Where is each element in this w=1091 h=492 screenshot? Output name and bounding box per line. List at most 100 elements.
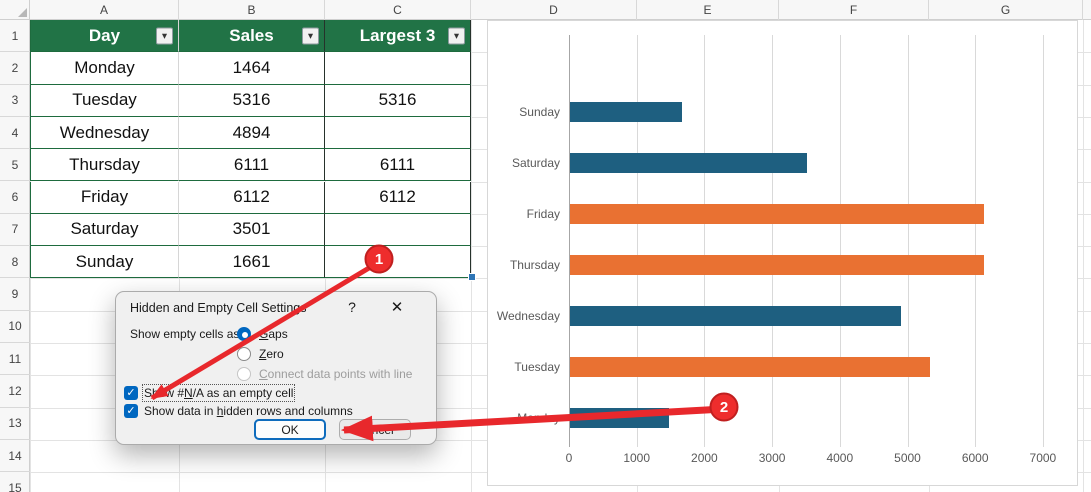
chart-gridline — [636, 35, 638, 447]
checkbox-label: Show #N/A as an empty cell — [141, 384, 296, 402]
table-cell-day[interactable]: Friday — [30, 181, 179, 214]
bar-sunday[interactable] — [570, 102, 683, 122]
help-icon[interactable]: ? — [344, 299, 360, 315]
bar-monday[interactable] — [570, 408, 670, 428]
checkbox-option[interactable]: ✓ Show data in hidden rows and columns — [124, 403, 353, 419]
table-cell-day[interactable]: Monday — [30, 52, 179, 85]
table-cell-day[interactable]: Saturday — [30, 213, 179, 247]
table-header-label: Day — [88, 25, 121, 45]
filter-dropdown-icon[interactable]: ▾ — [448, 27, 465, 45]
table-row: Monday 1464 — [30, 52, 471, 85]
table-row: Saturday 3501 — [30, 213, 471, 247]
filter-dropdown-icon[interactable]: ▾ — [302, 27, 319, 45]
checkbox-icon: ✓ — [124, 404, 138, 418]
radio-label: Connect data points with line — [259, 367, 413, 381]
table-cell-sales[interactable]: 5316 — [179, 84, 325, 117]
ok-button[interactable]: OK — [254, 419, 326, 440]
table-cell-day[interactable]: Tuesday — [30, 84, 179, 117]
dialog-title: Hidden and Empty Cell Settings — [130, 301, 307, 315]
column-header-F[interactable]: F — [779, 0, 929, 20]
radio-label: Gaps — [259, 327, 288, 341]
radio-option[interactable]: Connect data points with line — [237, 366, 412, 382]
table-cell-largest[interactable]: 5316 — [325, 84, 471, 117]
table-cell-day[interactable]: Thursday — [30, 149, 179, 182]
column-header-B[interactable]: B — [179, 0, 325, 20]
row-header-10[interactable]: 10 — [0, 311, 30, 343]
x-axis-tick-label: 1000 — [623, 451, 651, 465]
table-row: Friday 6112 6112 — [30, 181, 471, 214]
radio-option[interactable]: Gaps — [237, 326, 288, 342]
table-header-label: Sales — [229, 25, 274, 45]
row-header-7[interactable]: 7 — [0, 214, 30, 247]
excel-workspace: ABCDEFG 1 2 3 4 5 6 7 8 9 10 11 12 13 14 15 Day ▾ Sales ▾… — [0, 0, 1091, 492]
table-cell-largest[interactable] — [325, 52, 471, 85]
table-row: Sunday 1661 — [30, 246, 471, 279]
table-cell-largest[interactable]: 6111 — [325, 149, 471, 182]
bar-friday[interactable] — [570, 204, 984, 224]
table-cell-largest[interactable]: 6112 — [325, 181, 471, 214]
x-axis-tick-label: 6000 — [961, 451, 989, 465]
filter-dropdown-icon[interactable]: ▾ — [156, 27, 173, 45]
chart-gridline — [772, 35, 774, 447]
bar-tuesday[interactable] — [570, 357, 930, 377]
table-cell-largest[interactable] — [325, 213, 471, 247]
table-resize-handle[interactable] — [468, 273, 476, 281]
category-label: Sunday — [519, 105, 560, 119]
x-axis-tick-label: 4000 — [826, 451, 854, 465]
table-cell-sales[interactable]: 1661 — [179, 246, 325, 279]
row-header-12[interactable]: 12 — [0, 375, 30, 408]
table-header-cell: Sales ▾ — [179, 20, 325, 53]
row-header-1[interactable]: 1 — [0, 20, 30, 53]
table-cell-largest[interactable] — [325, 246, 471, 279]
x-axis-tick-label: 2000 — [691, 451, 718, 465]
category-label: Wednesday — [496, 309, 560, 323]
checkbox-option[interactable]: ✓ Show #N/A as an empty cell — [124, 384, 296, 402]
row-header-14[interactable]: 14 — [0, 440, 30, 473]
column-headers: ABCDEFG — [0, 0, 1091, 20]
table-cell-day[interactable]: Sunday — [30, 246, 179, 279]
column-header-D[interactable]: D — [471, 0, 637, 20]
table-cell-sales[interactable]: 1464 — [179, 52, 325, 85]
table-cell-day[interactable]: Wednesday — [30, 116, 179, 150]
close-icon[interactable]: ✕ — [388, 298, 406, 316]
column-header-C[interactable]: C — [325, 0, 471, 20]
category-label: Tuesday — [514, 360, 560, 374]
row-header-2[interactable]: 2 — [0, 52, 30, 85]
row-headers: 1 2 3 4 5 6 7 8 9 10 11 12 13 14 15 — [0, 20, 30, 492]
row-header-11[interactable]: 11 — [0, 343, 30, 376]
cancel-button[interactable]: Cancel — [339, 419, 411, 440]
chart-gridline — [1042, 35, 1044, 447]
select-all-corner[interactable] — [0, 0, 30, 20]
row-header-6[interactable]: 6 — [0, 182, 30, 214]
chart-gridline — [569, 35, 570, 447]
row-header-5[interactable]: 5 — [0, 149, 30, 182]
checkbox-icon: ✓ — [124, 386, 138, 400]
row-header-8[interactable]: 8 — [0, 246, 30, 279]
table-cell-sales[interactable]: 3501 — [179, 213, 325, 247]
bar-wednesday[interactable] — [570, 306, 902, 326]
column-header-G[interactable]: G — [929, 0, 1083, 20]
row-header-9[interactable]: 9 — [0, 278, 30, 311]
row-header-4[interactable]: 4 — [0, 117, 30, 150]
row-header-13[interactable]: 13 — [0, 408, 30, 440]
x-axis-tick-label: 5000 — [894, 451, 921, 465]
table-cell-sales[interactable]: 6112 — [179, 181, 325, 214]
column-header-A[interactable]: A — [30, 0, 179, 20]
bar-saturday[interactable] — [570, 153, 808, 173]
table-row: Wednesday 4894 — [30, 116, 471, 150]
chart-gridline — [839, 35, 841, 447]
radio-icon — [237, 367, 251, 381]
x-axis-tick-label: 7000 — [1029, 451, 1057, 465]
table-cell-sales[interactable]: 4894 — [179, 116, 325, 150]
radio-option[interactable]: Zero — [237, 346, 284, 362]
sales-table: Day ▾ Sales ▾ Largest 3 ▾ Monday 1464 Tuesday 531… — [30, 20, 471, 279]
radio-icon — [237, 327, 251, 341]
row-header-15[interactable]: 15 — [0, 472, 30, 492]
bar-thursday[interactable] — [570, 255, 984, 275]
row-header-3[interactable]: 3 — [0, 85, 30, 117]
table-cell-largest[interactable] — [325, 116, 471, 150]
bar-chart[interactable]: 0 1000 2000 3000 4000 5000 6000 7000 Sunday Satur… — [487, 20, 1078, 486]
table-header-row: Day ▾ Sales ▾ Largest 3 ▾ — [30, 20, 471, 53]
column-header-E[interactable]: E — [637, 0, 779, 20]
table-cell-sales[interactable]: 6111 — [179, 149, 325, 182]
